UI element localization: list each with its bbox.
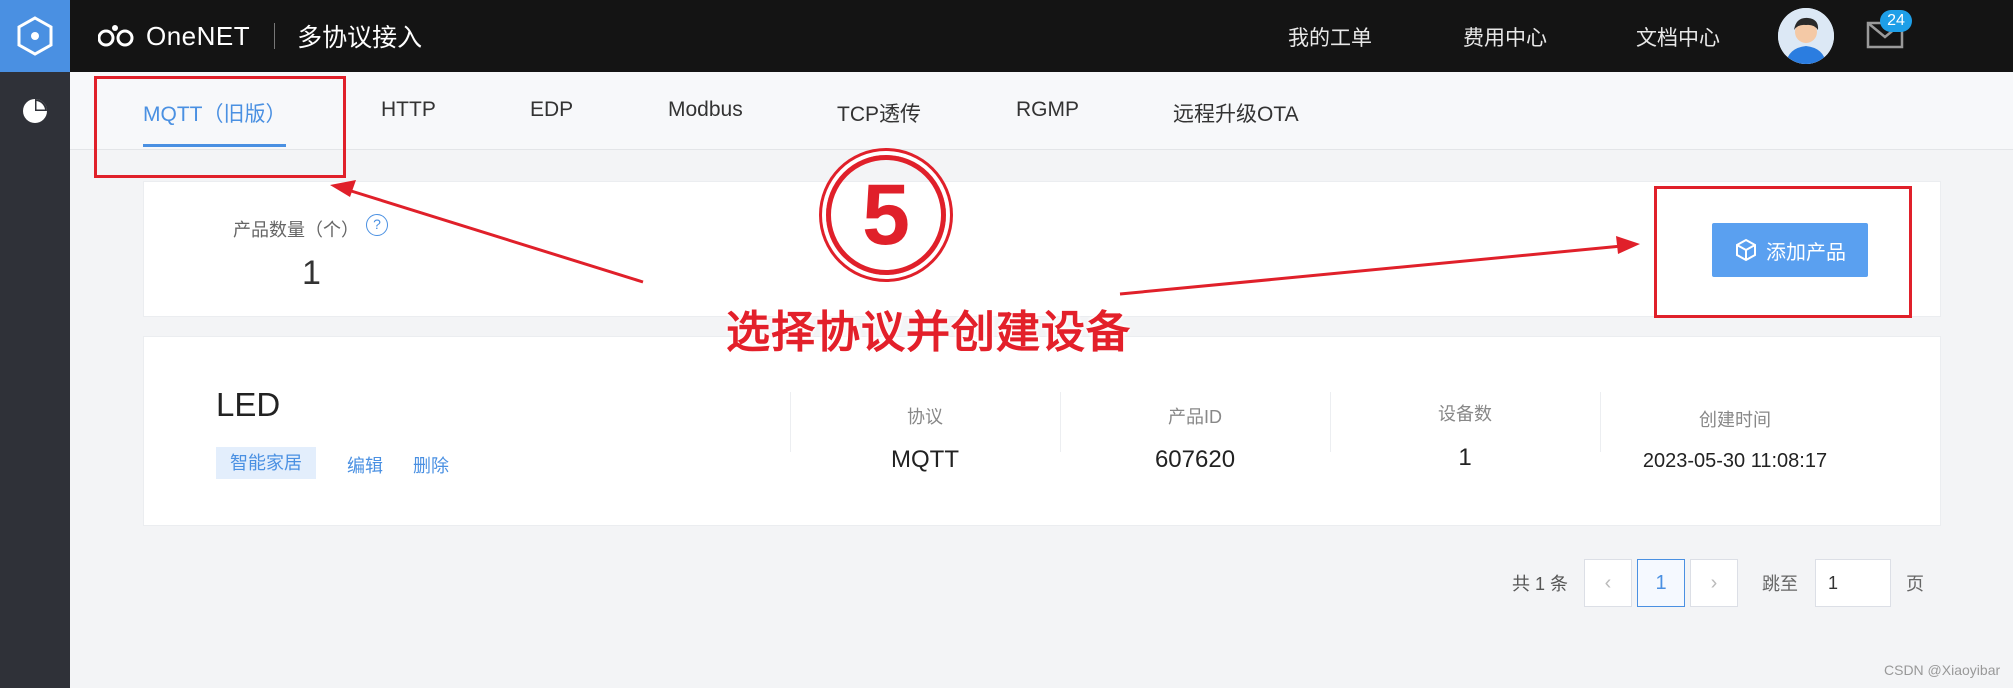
pie-chart-icon[interactable] [20, 96, 50, 126]
tab-edp[interactable]: EDP [530, 98, 573, 122]
user-avatar[interactable] [1778, 8, 1834, 64]
step-number-badge: 5 [826, 155, 946, 275]
notification-badge: 24 [1880, 10, 1912, 32]
column-divider [1600, 392, 1601, 452]
app-logo-icon[interactable] [0, 0, 70, 72]
page-1-button[interactable]: 1 [1637, 559, 1685, 607]
top-navbar: OneNET 多协议接入 我的工单 费用中心 文档中心 [70, 0, 2013, 72]
nav-docs-center[interactable]: 文档中心 [1636, 22, 1720, 52]
device-count-value: 1 [1458, 444, 1472, 471]
prev-page-button[interactable]: ‹ [1584, 559, 1632, 607]
brand: OneNET 多协议接入 [98, 18, 422, 54]
created-time-value: 2023-05-30 11:08:17 [1642, 450, 1828, 472]
product-count-label: 产品数量（个） [233, 220, 359, 240]
next-page-button[interactable]: › [1690, 559, 1738, 607]
page-suffix: 页 [1906, 574, 1924, 594]
brand-name[interactable]: OneNET [146, 21, 250, 52]
tab-rgmp[interactable]: RGMP [1016, 98, 1079, 122]
column-divider [790, 392, 791, 452]
delete-link[interactable]: 删除 [413, 452, 449, 478]
protocol-header: 协议 [907, 407, 943, 427]
product-id-value: 607620 [1154, 446, 1236, 473]
tab-modbus[interactable]: Modbus [668, 98, 743, 122]
column-divider [1060, 392, 1061, 452]
column-divider [1330, 392, 1331, 452]
tab-http[interactable]: HTTP [381, 98, 436, 122]
help-icon[interactable]: ? [366, 214, 388, 236]
left-sidebar [0, 0, 70, 688]
device-count-header: 设备数 [1438, 404, 1492, 424]
protocol-value: MQTT [891, 446, 959, 473]
onenet-logo-icon [98, 25, 134, 47]
watermark: CSDN @Xiaoyibar [1884, 662, 2001, 678]
tab-tcp-passthrough[interactable]: TCP透传 [837, 98, 921, 128]
annotation-box-button [1654, 186, 1912, 318]
nav-my-tickets[interactable]: 我的工单 [1288, 22, 1372, 52]
section-title: 多协议接入 [297, 24, 423, 52]
jump-to-label: 跳至 [1762, 574, 1798, 594]
brand-divider [274, 23, 276, 49]
jump-page-input[interactable] [1815, 559, 1891, 607]
product-id-header: 产品ID [1168, 407, 1222, 427]
product-count-value: 1 [302, 254, 321, 292]
pagination-total: 共 1 条 [1512, 574, 1569, 594]
nav-billing-center[interactable]: 费用中心 [1463, 22, 1547, 52]
product-name[interactable]: LED [216, 386, 280, 424]
category-tag: 智能家居 [216, 447, 316, 479]
created-time-header: 创建时间 [1699, 410, 1771, 430]
annotation-caption: 选择协议并创建设备 [726, 308, 1131, 357]
annotation-box-tab [94, 76, 346, 178]
edit-link[interactable]: 编辑 [347, 452, 383, 478]
tab-remote-upgrade-ota[interactable]: 远程升级OTA [1173, 98, 1299, 128]
